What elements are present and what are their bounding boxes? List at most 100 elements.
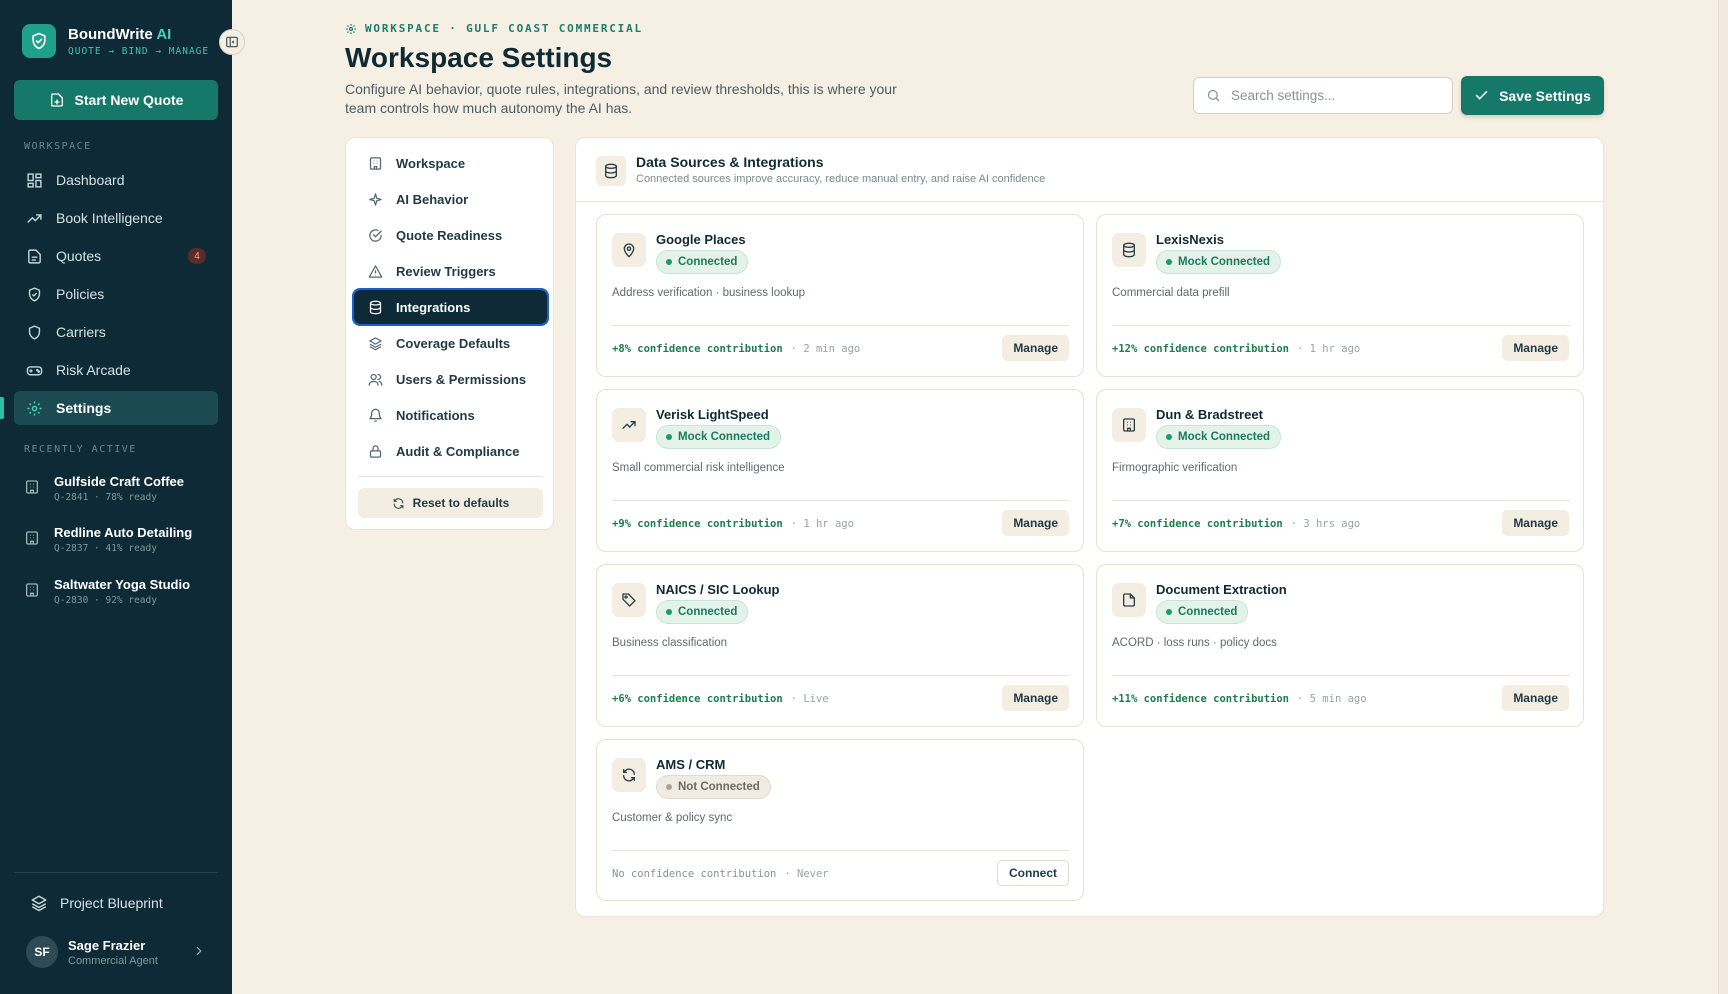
connect-button[interactable]: Connect: [997, 860, 1069, 886]
confidence-contribution: +6% confidence contribution: [612, 693, 783, 705]
recent-item-name: Saltwater Yoga Studio: [54, 577, 191, 592]
settings-nav-label: Coverage Defaults: [396, 335, 511, 351]
page-title: Workspace Settings: [345, 42, 613, 73]
integration-description: Address verification · business lookup: [612, 287, 806, 299]
integration-name: NAICS / SIC Lookup: [656, 582, 780, 597]
settings-nav-quote-readiness[interactable]: Quote Readiness: [354, 218, 547, 252]
shield-check-logo-icon: [22, 24, 56, 58]
layers-icon: [31, 895, 47, 912]
card-divider: [612, 850, 1070, 851]
manage-button[interactable]: Manage: [1502, 510, 1569, 536]
integration-card-naics-sic: NAICS / SIC Lookup Connected Business cl…: [596, 564, 1084, 727]
new-document-icon: [50, 93, 63, 107]
confidence-contribution: No confidence contribution: [612, 868, 777, 880]
confidence-contribution: +9% confidence contribution: [612, 518, 783, 530]
sidebar-item-risk-arcade[interactable]: Risk Arcade: [14, 353, 218, 387]
confidence-contribution: +12% confidence contribution: [1112, 343, 1290, 355]
settings-nav-integrations[interactable]: Integrations: [352, 288, 549, 326]
quotes-count-badge: 4: [188, 248, 206, 264]
recent-item-redline[interactable]: Redline Auto Detailing Q-2837 · 41% read…: [24, 525, 218, 554]
brand-tagline: QUOTE → BIND → MANAGE: [68, 45, 210, 57]
settings-nav-ai-behavior[interactable]: AI Behavior: [354, 182, 547, 216]
integration-name: Verisk LightSpeed: [656, 407, 769, 422]
sidebar-item-quotes[interactable]: Quotes 4: [14, 239, 218, 273]
manage-button[interactable]: Manage: [1002, 510, 1069, 536]
brand[interactable]: BoundWrite AI QUOTE → BIND → MANAGE: [22, 24, 209, 58]
gear-icon: [346, 23, 356, 34]
bell-icon: [366, 406, 384, 424]
panel-title: Data Sources & Integrations: [636, 154, 824, 170]
last-sync: · Never: [784, 868, 829, 880]
card-footer: +12% confidence contribution · 1 hr ago: [1112, 343, 1360, 355]
status-badge: Connected: [656, 250, 749, 274]
status-label: Mock Connected: [678, 431, 771, 443]
settings-nav-audit-compliance[interactable]: Audit & Compliance: [354, 434, 547, 468]
integration-description: ACORD · loss runs · policy docs: [1112, 637, 1277, 649]
save-settings-button[interactable]: Save Settings: [1461, 76, 1604, 115]
integration-description: Business classification: [612, 637, 728, 649]
status-badge: Mock Connected: [656, 425, 782, 449]
settings-nav-label: Users & Permissions: [396, 371, 527, 387]
building-icon: [24, 478, 42, 498]
breadcrumb: WORKSPACE · GULF COAST COMMERCIAL: [345, 22, 643, 35]
panel-divider: [576, 201, 1603, 202]
page-description: Configure AI behavior, quote rules, inte…: [345, 81, 897, 116]
search-box[interactable]: [1193, 77, 1453, 114]
collapse-sidebar-button[interactable]: [219, 29, 245, 55]
manage-button[interactable]: Manage: [1502, 335, 1569, 361]
manage-button[interactable]: Manage: [1002, 685, 1069, 711]
sidebar-item-label: Book Intelligence: [56, 210, 163, 226]
manage-button[interactable]: Manage: [1502, 685, 1569, 711]
page-scrollbar[interactable]: [1718, 0, 1728, 994]
status-dot: [1166, 259, 1172, 265]
settings-nav-review-triggers[interactable]: Review Triggers: [354, 254, 547, 288]
integration-name: LexisNexis: [1156, 232, 1224, 247]
recent-item-gulfside[interactable]: Gulfside Craft Coffee Q-2841 · 78% ready: [24, 474, 218, 503]
status-dot: [666, 609, 672, 615]
card-footer: +9% confidence contribution · 1 hr ago: [612, 518, 854, 530]
start-new-quote-label: Start New Quote: [74, 92, 184, 108]
last-sync: · 2 min ago: [790, 343, 861, 355]
user-role: Commercial Agent: [68, 954, 158, 967]
sidebar-divider: [14, 872, 218, 873]
building-icon: [366, 154, 384, 172]
settings-nav-users-permissions[interactable]: Users & Permissions: [354, 362, 547, 396]
tag-icon: [612, 583, 646, 617]
sparkle-icon: [366, 190, 384, 208]
integration-card-document-extraction: Document Extraction Connected ACORD · lo…: [1096, 564, 1584, 727]
chevron-right-icon: [196, 946, 202, 956]
settings-nav-coverage-defaults[interactable]: Coverage Defaults: [354, 326, 547, 360]
status-badge: Mock Connected: [1156, 425, 1282, 449]
settings-nav-label: Notifications: [396, 407, 475, 423]
settings-nav-notifications[interactable]: Notifications: [354, 398, 547, 432]
recent-item-saltwater[interactable]: Saltwater Yoga Studio Q-2830 · 92% ready: [24, 577, 218, 606]
user-menu[interactable]: SF Sage Frazier Commercial Agent: [26, 936, 206, 968]
sidebar-item-label: Policies: [56, 286, 105, 302]
integration-description: Firmographic verification: [1112, 462, 1238, 474]
status-badge: Not Connected: [656, 775, 771, 799]
check-icon: [1475, 90, 1488, 100]
search-input[interactable]: [1231, 88, 1431, 103]
integration-card-dun-bradstreet: Dun & Bradstreet Mock Connected Firmogra…: [1096, 389, 1584, 552]
sidebar-item-dashboard[interactable]: Dashboard: [14, 163, 218, 197]
reset-defaults-button[interactable]: Reset to defaults: [358, 488, 543, 518]
start-new-quote-button[interactable]: Start New Quote: [14, 80, 218, 120]
shield-icon: [24, 284, 44, 304]
settings-nav-workspace[interactable]: Workspace: [354, 146, 547, 180]
sidebar-item-carriers[interactable]: Carriers: [14, 315, 218, 349]
project-blueprint-link[interactable]: Project Blueprint: [30, 894, 163, 912]
integration-description: Commercial data prefill: [1112, 287, 1230, 299]
sidebar: BoundWrite AI QUOTE → BIND → MANAGE Star…: [0, 0, 232, 994]
recent-item-meta: Q-2841 · 78% ready: [54, 492, 157, 503]
sidebar-item-settings[interactable]: Settings: [0, 391, 218, 425]
integrations-panel: Data Sources & Integrations Connected so…: [575, 137, 1604, 917]
settings-nav-label: Quote Readiness: [396, 227, 503, 243]
card-divider: [612, 675, 1070, 676]
confidence-contribution: +7% confidence contribution: [1112, 518, 1283, 530]
sidebar-item-book-intelligence[interactable]: Book Intelligence: [14, 201, 218, 235]
card-footer: +7% confidence contribution · 3 hrs ago: [1112, 518, 1360, 530]
document-icon: [24, 246, 44, 266]
manage-button[interactable]: Manage: [1002, 335, 1069, 361]
sidebar-item-policies[interactable]: Policies: [14, 277, 218, 311]
database-icon: [596, 156, 626, 186]
